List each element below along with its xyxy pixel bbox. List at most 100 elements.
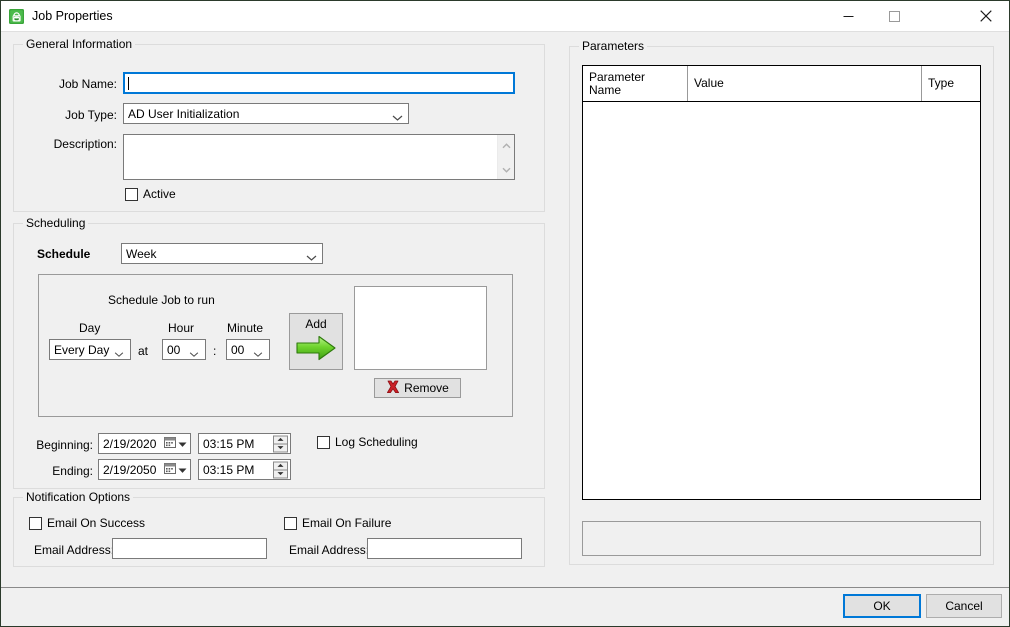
hour-value: 00 xyxy=(167,342,181,357)
remove-button-label: Remove xyxy=(404,381,449,395)
red-x-icon xyxy=(386,380,400,397)
ending-date-value: 2/19/2050 xyxy=(103,462,157,477)
schedule-label: Schedule xyxy=(37,247,91,261)
failure-email-address-label: Email Address: xyxy=(289,543,370,557)
minute-value: 00 xyxy=(231,342,245,357)
remove-button[interactable]: Remove xyxy=(374,378,461,398)
at-label: at xyxy=(138,344,149,358)
ending-date-picker[interactable]: 2/19/2050 xyxy=(98,459,191,480)
failure-email-address-input[interactable] xyxy=(367,538,522,559)
day-select[interactable]: Every Day xyxy=(49,339,131,360)
minute-select[interactable]: 00 xyxy=(226,339,270,360)
job-type-value: AD User Initialization xyxy=(128,106,240,121)
spinner-down-icon[interactable] xyxy=(274,470,287,477)
schedule-select[interactable]: Week xyxy=(121,243,323,264)
cancel-button[interactable]: Cancel xyxy=(926,594,1002,618)
minute-label: Minute xyxy=(227,321,264,335)
parameter-description-text xyxy=(583,522,980,530)
close-icon[interactable] xyxy=(963,1,1009,31)
chevron-down-icon xyxy=(306,250,317,261)
ending-label: Ending: xyxy=(52,464,93,478)
day-label: Day xyxy=(79,321,101,335)
job-properties-icon xyxy=(8,8,25,25)
description-label: Description: xyxy=(53,137,117,151)
schedule-occurrence-list[interactable] xyxy=(354,286,487,370)
ok-button[interactable]: OK xyxy=(843,594,921,618)
ending-time-picker[interactable]: 03:15 PM xyxy=(198,459,291,480)
hour-select[interactable]: 00 xyxy=(162,339,206,360)
calendar-icon xyxy=(164,462,176,477)
general-information-group: General Information xyxy=(13,37,545,212)
job-type-select[interactable]: AD User Initialization xyxy=(123,103,409,124)
checkbox-box xyxy=(29,516,42,530)
chevron-down-icon xyxy=(392,110,403,121)
column-header-type[interactable]: Type xyxy=(922,66,980,101)
parameter-description-panel xyxy=(582,521,981,556)
add-button-label: Add xyxy=(305,317,327,331)
title-bar: Job Properties xyxy=(1,1,1009,32)
job-type-label: Job Type: xyxy=(65,108,117,122)
time-spinner[interactable] xyxy=(273,435,288,452)
success-email-address-input[interactable] xyxy=(112,538,267,559)
calendar-dropdown[interactable] xyxy=(164,462,187,477)
schedule-job-to-run-label: Schedule Job to run xyxy=(108,293,215,307)
parameters-grid[interactable]: Parameter Name Value Type xyxy=(582,65,981,500)
column-header-value[interactable]: Value xyxy=(688,66,922,101)
job-properties-dialog: Job Properties General Information Job N… xyxy=(0,0,1010,627)
checkbox-box xyxy=(284,516,297,530)
chevron-down-icon xyxy=(253,346,264,357)
column-header-line2: Name xyxy=(589,82,622,97)
description-scrollbar[interactable] xyxy=(497,135,514,179)
job-name-label: Job Name: xyxy=(58,77,117,91)
email-on-failure-checkbox[interactable]: Email On Failure xyxy=(284,516,391,530)
email-on-success-checkbox[interactable]: Email On Success xyxy=(29,516,145,530)
description-input[interactable] xyxy=(123,134,515,180)
chevron-down-icon xyxy=(114,346,125,357)
spinner-up-icon[interactable] xyxy=(274,436,287,443)
job-name-input[interactable] xyxy=(123,72,515,94)
notification-options-legend: Notification Options xyxy=(23,490,134,504)
active-label: Active xyxy=(143,187,176,201)
column-header-line1: Parameter xyxy=(589,69,646,84)
log-scheduling-checkbox[interactable]: Log Scheduling xyxy=(317,435,418,449)
schedule-value: Week xyxy=(126,246,157,261)
beginning-date-picker[interactable]: 2/19/2020 xyxy=(98,433,191,454)
chevron-down-icon xyxy=(178,437,187,451)
day-value: Every Day xyxy=(54,342,110,357)
chevron-down-icon xyxy=(178,463,187,477)
scroll-up-icon[interactable] xyxy=(501,138,511,152)
text-caret xyxy=(128,76,129,90)
checkbox-box xyxy=(317,435,330,449)
spinner-up-icon[interactable] xyxy=(274,462,287,469)
beginning-label: Beginning: xyxy=(36,438,93,452)
maximize-icon[interactable] xyxy=(871,1,917,31)
minimize-icon[interactable] xyxy=(825,1,871,31)
spinner-down-icon[interactable] xyxy=(274,444,287,451)
green-arrow-right-icon xyxy=(295,334,337,365)
parameters-legend: Parameters xyxy=(579,39,648,53)
window-title: Job Properties xyxy=(32,9,113,23)
add-button[interactable]: Add xyxy=(289,313,343,370)
chevron-down-icon xyxy=(189,346,200,357)
scheduling-legend: Scheduling xyxy=(23,216,89,230)
email-on-success-label: Email On Success xyxy=(47,516,146,530)
description-value xyxy=(124,135,514,139)
hour-label: Hour xyxy=(168,321,195,335)
log-scheduling-label: Log Scheduling xyxy=(335,435,418,449)
beginning-date-value: 2/19/2020 xyxy=(103,436,157,451)
time-colon: : xyxy=(213,344,217,358)
time-spinner[interactable] xyxy=(273,461,288,478)
scroll-down-icon[interactable] xyxy=(501,162,511,176)
calendar-dropdown[interactable] xyxy=(164,436,187,451)
beginning-time-value: 03:15 PM xyxy=(203,436,255,451)
beginning-time-picker[interactable]: 03:15 PM xyxy=(198,433,291,454)
success-email-address-label: Email Address: xyxy=(34,543,115,557)
column-header-parameter-name[interactable]: Parameter Name xyxy=(583,66,688,101)
checkbox-box xyxy=(125,187,138,201)
active-checkbox[interactable]: Active xyxy=(125,187,176,201)
email-on-failure-label: Email On Failure xyxy=(302,516,392,530)
parameters-grid-header: Parameter Name Value Type xyxy=(583,66,980,102)
calendar-icon xyxy=(164,436,176,451)
general-information-legend: General Information xyxy=(23,37,136,51)
parameters-grid-body[interactable] xyxy=(583,102,980,499)
